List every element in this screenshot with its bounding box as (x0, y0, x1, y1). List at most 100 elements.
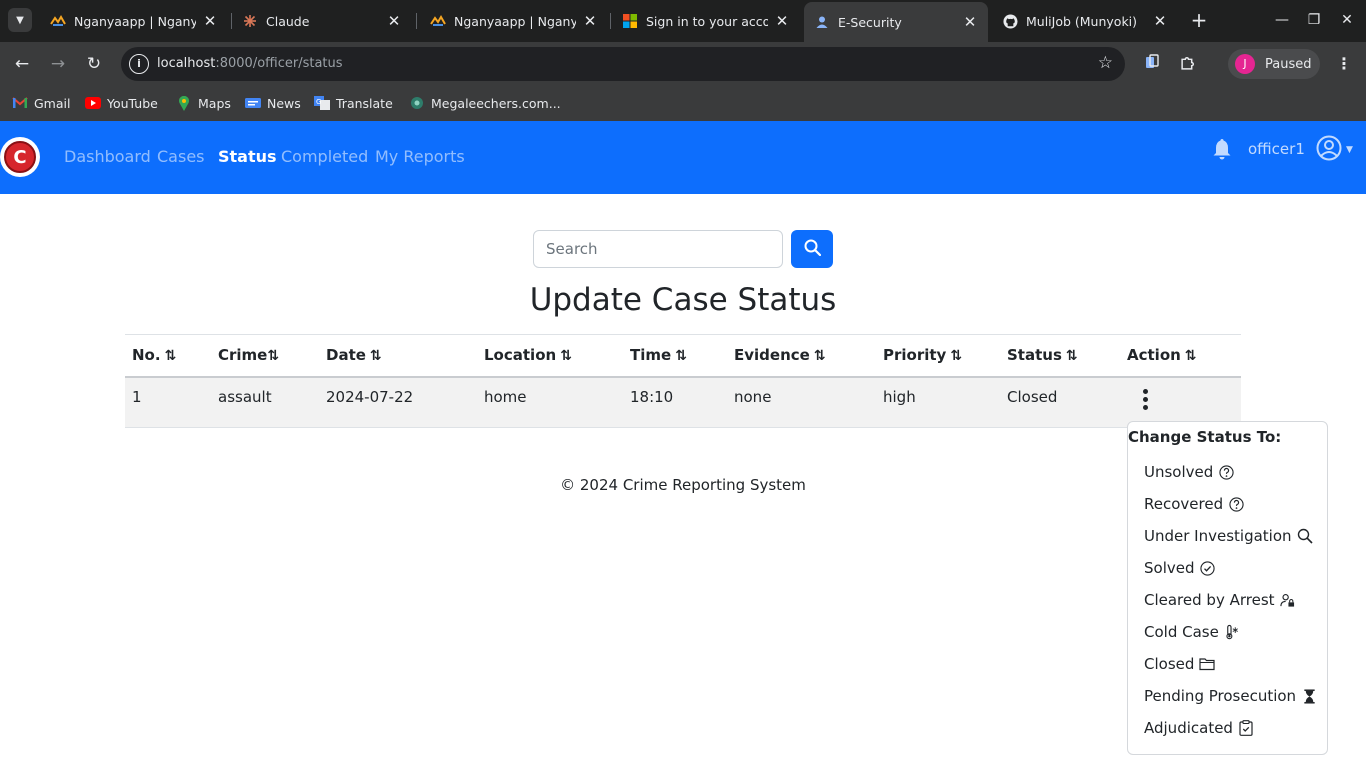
tab-title: Nganyaapp | Nganya (454, 13, 576, 29)
user-menu-toggle[interactable]: ▼ (1316, 135, 1358, 165)
cell-evidence: none (727, 376, 876, 428)
close-tab-icon[interactable]: ✕ (774, 12, 790, 30)
github-favicon-icon (1002, 13, 1018, 29)
column-header-action[interactable]: Action ⇅ (1120, 334, 1241, 378)
app-logo[interactable]: C (0, 137, 40, 177)
bookmark-star-icon[interactable]: ☆ (1098, 53, 1113, 73)
restore-icon[interactable]: ❐ (1302, 8, 1326, 32)
column-header-crime[interactable]: Crime⇅ (211, 334, 319, 378)
page-title: Update Case Status (529, 282, 837, 318)
bookmark-label: Maps (198, 95, 231, 111)
browser-tab[interactable]: Claude ✕ (232, 4, 412, 38)
person-lock-icon (1280, 592, 1296, 608)
svg-text:G: G (316, 98, 321, 106)
nav-link-my-reports[interactable]: My Reports (375, 147, 465, 166)
browser-tab-active[interactable]: E-Security ✕ (804, 2, 988, 42)
bookmark-label: YouTube (107, 95, 158, 111)
extensions-puzzle-icon[interactable] (1178, 54, 1198, 74)
search-icon (804, 239, 821, 259)
search-button[interactable] (791, 230, 833, 268)
column-header-location[interactable]: Location ⇅ (477, 334, 623, 378)
address-bar[interactable]: i localhost:8000/officer/status ☆ (121, 47, 1125, 81)
app-navbar: C Dashboard Cases Status Completed My Re… (0, 121, 1366, 194)
nav-link-dashboard[interactable]: Dashboard (64, 147, 151, 166)
sort-icon[interactable]: ⇅ (165, 348, 177, 364)
browser-tab[interactable]: Nganyaapp | Nganya ✕ (420, 4, 608, 38)
status-option-recovered[interactable]: Recovered (1144, 493, 1244, 515)
case-table: No. ⇅ Crime⇅ Date ⇅ Location ⇅ Time ⇅ Eviden… (125, 334, 1241, 428)
status-option-pending-prosecution[interactable]: Pending Prosecution (1144, 685, 1317, 707)
sort-icon[interactable]: ⇅ (814, 348, 826, 364)
cell-action (1120, 376, 1241, 428)
bookmark-label: Gmail (34, 95, 71, 111)
close-tab-icon[interactable]: ✕ (1152, 12, 1168, 30)
cell-status: Closed (1000, 376, 1120, 428)
status-option-under-investigation[interactable]: Under Investigation (1144, 525, 1313, 547)
cell-date: 2024-07-22 (319, 376, 477, 428)
status-option-closed[interactable]: Closed (1144, 653, 1215, 675)
footer-copyright: © 2024 Crime Reporting System (560, 476, 806, 494)
profile-paused-chip[interactable]: J Paused (1228, 49, 1320, 79)
username-label[interactable]: officer1 (1248, 140, 1305, 158)
bookmark-youtube[interactable]: YouTube (85, 92, 158, 114)
sort-icon[interactable]: ⇅ (560, 348, 572, 364)
thermometer-snow-icon (1224, 624, 1240, 640)
reload-icon[interactable]: ↻ (82, 52, 106, 76)
close-window-icon[interactable]: ✕ (1335, 8, 1359, 32)
nav-link-status[interactable]: Status (218, 147, 277, 166)
column-header-status[interactable]: Status ⇅ (1000, 334, 1120, 378)
forward-arrow-icon[interactable]: → (46, 52, 70, 76)
close-tab-icon[interactable]: ✕ (962, 13, 978, 31)
tab-title: Sign in to your acco (646, 13, 768, 29)
nav-link-completed[interactable]: Completed (281, 147, 368, 166)
column-header-evidence[interactable]: Evidence ⇅ (727, 334, 876, 378)
close-tab-icon[interactable]: ✕ (582, 12, 598, 30)
tab-search-button[interactable]: ▼ (8, 8, 32, 32)
column-header-time[interactable]: Time ⇅ (623, 334, 727, 378)
status-option-solved[interactable]: Solved (1144, 557, 1216, 579)
browser-tab[interactable]: Nganyaapp | Nganya ✕ (40, 4, 228, 38)
tab-separator (416, 13, 417, 29)
gmail-icon (12, 96, 28, 110)
browser-tab[interactable]: Sign in to your acco ✕ (612, 4, 800, 38)
new-tab-plus-icon[interactable]: + (1188, 8, 1210, 32)
sort-icon[interactable]: ⇅ (1066, 348, 1078, 364)
bookmarks-bar: Gmail YouTube Maps News G Translate Mega… (0, 86, 1366, 121)
search-icon (1297, 528, 1313, 544)
status-option-cleared-by-arrest[interactable]: Cleared by Arrest (1144, 589, 1296, 611)
bookmark-label: Translate (336, 95, 393, 111)
sort-icon[interactable]: ⇅ (370, 348, 382, 364)
bookmark-megaleechers[interactable]: Megaleechers.com... (409, 92, 561, 114)
sort-icon[interactable]: ⇅ (267, 348, 279, 364)
nav-link-cases[interactable]: Cases (157, 147, 205, 166)
status-option-cold-case[interactable]: Cold Case (1144, 621, 1240, 643)
back-arrow-icon[interactable]: ← (10, 52, 34, 76)
bookmark-translate[interactable]: G Translate (314, 92, 393, 114)
column-header-no[interactable]: No. ⇅ (125, 334, 211, 378)
clipboard-check-icon (1238, 720, 1254, 736)
bookmark-news[interactable]: News (245, 92, 301, 114)
more-actions-kebab-icon[interactable] (1135, 387, 1155, 413)
sort-icon[interactable]: ⇅ (1185, 348, 1197, 364)
close-tab-icon[interactable]: ✕ (202, 12, 218, 30)
minimize-icon[interactable]: — (1270, 8, 1294, 32)
status-option-adjudicated[interactable]: Adjudicated (1144, 717, 1254, 739)
megaleechers-icon (409, 96, 425, 110)
url-text[interactable]: localhost:8000/officer/status (157, 56, 343, 71)
site-info-icon[interactable]: i (129, 54, 149, 74)
sort-icon[interactable]: ⇅ (675, 348, 687, 364)
reading-list-icon[interactable] (1142, 54, 1162, 74)
bookmark-gmail[interactable]: Gmail (12, 92, 70, 114)
column-header-priority[interactable]: Priority ⇅ (876, 334, 1000, 378)
sort-icon[interactable]: ⇅ (950, 348, 962, 364)
close-tab-icon[interactable]: ✕ (386, 12, 402, 30)
search-input[interactable] (533, 230, 783, 268)
table-header-row: No. ⇅ Crime⇅ Date ⇅ Location ⇅ Time ⇅ Eviden… (125, 334, 1241, 378)
bookmark-maps[interactable]: Maps (176, 92, 231, 114)
dropdown-header: Change Status To: (1128, 428, 1282, 446)
notification-bell-icon[interactable] (1212, 138, 1232, 160)
nganya-favicon-icon (430, 13, 446, 29)
column-header-date[interactable]: Date ⇅ (319, 334, 477, 378)
browser-tab[interactable]: MuliJob (Munyoki) ✕ (992, 4, 1178, 38)
chrome-menu-icon[interactable]: ⋮ (1334, 52, 1354, 76)
